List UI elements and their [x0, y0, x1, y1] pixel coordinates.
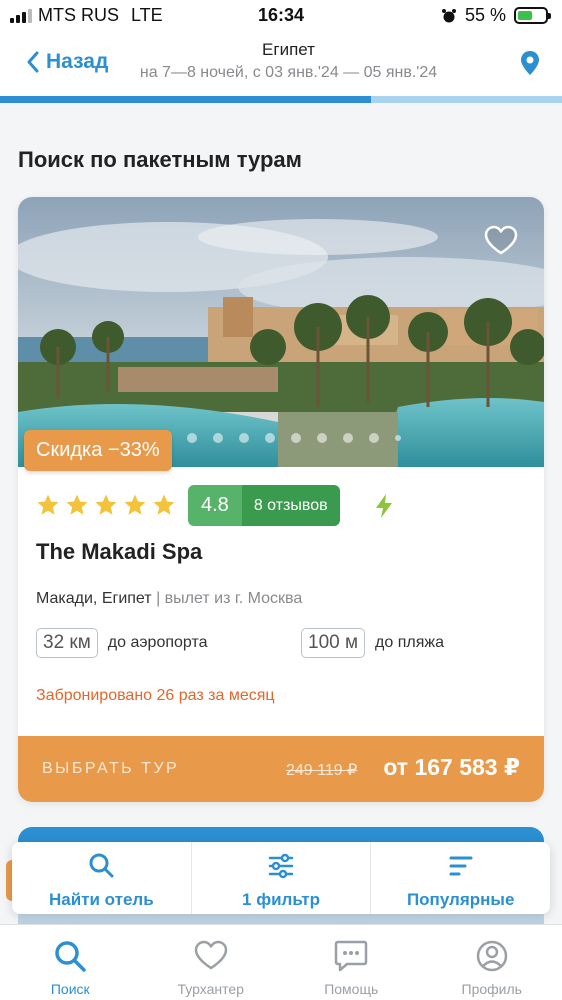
photo-dot[interactable]	[239, 433, 249, 443]
airport-distance-value: 32 км	[36, 628, 98, 658]
airport-distance-label: до аэропорта	[107, 634, 208, 651]
photo-dot[interactable]	[395, 435, 401, 441]
search-icon	[55, 941, 86, 972]
tab-help-label: Помощь	[324, 981, 379, 997]
map-pin-icon	[521, 51, 539, 75]
tab-turhunter-label: Турхантер	[177, 981, 244, 997]
star-icon	[124, 494, 146, 515]
photo-dot[interactable]	[317, 433, 327, 443]
hotel-photo-image	[18, 197, 544, 467]
tab-search-label: Поиск	[50, 981, 90, 997]
chat-icon	[335, 940, 368, 972]
airport-distance: 32 км до аэропорта	[36, 628, 208, 658]
tab-bar: Поиск Турхантер Помощь Профиль	[0, 924, 562, 1000]
hotel-location: Макади, Египет | вылет из г. Москва	[36, 590, 302, 608]
photo-dot[interactable]	[369, 433, 379, 443]
alarm-icon	[441, 8, 456, 22]
beach-distance-label: до пляжа	[375, 634, 444, 651]
beach-distance: 100 м до пляжа	[301, 628, 444, 658]
status-bar: MTS RUS LTE 16:34 55 %	[0, 0, 562, 32]
status-right: 55 %	[441, 5, 551, 26]
back-label: Назад	[46, 50, 109, 73]
beach-distance-value: 100 м	[301, 628, 366, 658]
hotel-photo[interactable]	[18, 197, 544, 467]
filters-button[interactable]: 1 фильтр	[190, 842, 371, 914]
photo-dot[interactable]	[265, 433, 275, 443]
booked-count: Забронировано 26 раз за месяц	[36, 687, 275, 704]
sort-label: Популярные	[406, 890, 515, 909]
rating-reviews-button[interactable]: 4.8 8 отзывов	[188, 485, 340, 526]
discount-badge: Скидка −33%	[24, 430, 172, 471]
filter-bar: Найти отель 1 фильтр Популярные	[12, 842, 550, 914]
header-center[interactable]: Египет на 7—8 ночей, с 03 янв.'24 — 05 я…	[115, 40, 462, 82]
page-title: Египет	[262, 40, 315, 59]
profile-icon	[476, 940, 507, 972]
hotel-card[interactable]: 4.8 8 отзывов The Makadi Spa Макади, Еги…	[18, 197, 544, 802]
heart-icon	[194, 940, 227, 970]
star-icon	[66, 494, 88, 515]
heart-outline-icon	[484, 225, 518, 255]
rating-value: 4.8	[188, 485, 242, 526]
filters-label: 1 фильтр	[242, 890, 320, 909]
map-pin-button[interactable]	[520, 50, 540, 81]
find-hotel-label: Найти отель	[48, 890, 154, 909]
select-tour-label: ВЫБРАТЬ ТУР	[42, 760, 180, 777]
photo-dot[interactable]	[213, 433, 223, 443]
photo-dot[interactable]	[343, 433, 353, 443]
tab-profile[interactable]: Профиль	[422, 925, 562, 1000]
search-icon	[89, 853, 114, 878]
tab-help[interactable]: Помощь	[281, 925, 422, 1000]
tab-profile-label: Профиль	[461, 981, 522, 997]
battery-icon	[514, 7, 551, 24]
photo-dot[interactable]	[291, 433, 301, 443]
sort-button[interactable]: Популярные	[370, 842, 550, 914]
chevron-left-icon	[27, 51, 39, 73]
star-rating	[36, 493, 176, 517]
departure-city: | вылет из г. Москва	[156, 590, 303, 607]
page-subtitle: на 7—8 ночей, с 03 янв.'24 — 05 янв.'24	[139, 64, 438, 81]
sort-icon	[449, 856, 473, 876]
battery-percent: 55 %	[464, 5, 506, 25]
search-progress-fill	[0, 96, 371, 103]
photo-dot[interactable]	[187, 433, 197, 443]
reviews-count: 8 отзывов	[241, 485, 340, 526]
star-icon	[37, 494, 59, 515]
favorite-button[interactable]	[484, 225, 518, 260]
old-price: 249 119 ₽	[286, 762, 358, 779]
tab-search[interactable]: Поиск	[0, 925, 141, 1000]
tab-turhunter[interactable]: Турхантер	[141, 925, 282, 1000]
select-tour-button[interactable]: ВЫБРАТЬ ТУР 249 119 ₽ от 167 583 ₽	[18, 736, 544, 802]
hotel-name[interactable]: The Makadi Spa	[36, 539, 202, 565]
back-button[interactable]: Назад	[26, 50, 108, 74]
tour-price: от 167 583 ₽	[383, 754, 520, 780]
location-name: Макади, Египет	[36, 590, 152, 607]
sliders-icon	[268, 853, 294, 879]
search-progress	[0, 96, 562, 103]
header: Назад Египет на 7—8 ночей, с 03 янв.'24 …	[0, 32, 562, 96]
lightning-icon	[374, 493, 394, 524]
find-hotel-button[interactable]: Найти отель	[12, 842, 191, 914]
star-icon	[95, 494, 117, 515]
section-title: Поиск по пакетным турам	[18, 147, 302, 172]
star-icon	[153, 494, 175, 515]
